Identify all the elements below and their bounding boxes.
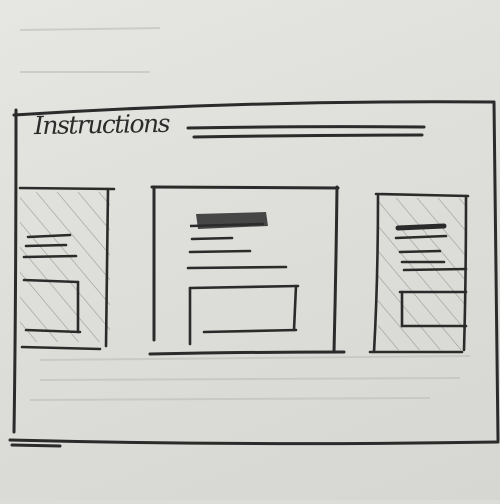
sketch-title: Instructions bbox=[33, 108, 170, 141]
header-lines bbox=[186, 125, 426, 139]
card-text-lines bbox=[186, 236, 288, 270]
wireframe-sketch: Instructions bbox=[0, 0, 500, 500]
card-image-box bbox=[188, 284, 300, 346]
carousel-card-left bbox=[18, 186, 116, 351]
wireframe-drawing bbox=[8, 100, 500, 448]
carousel-card-right bbox=[368, 192, 470, 354]
card-heading-bar bbox=[189, 212, 268, 229]
carousel-card-center[interactable] bbox=[148, 185, 346, 356]
